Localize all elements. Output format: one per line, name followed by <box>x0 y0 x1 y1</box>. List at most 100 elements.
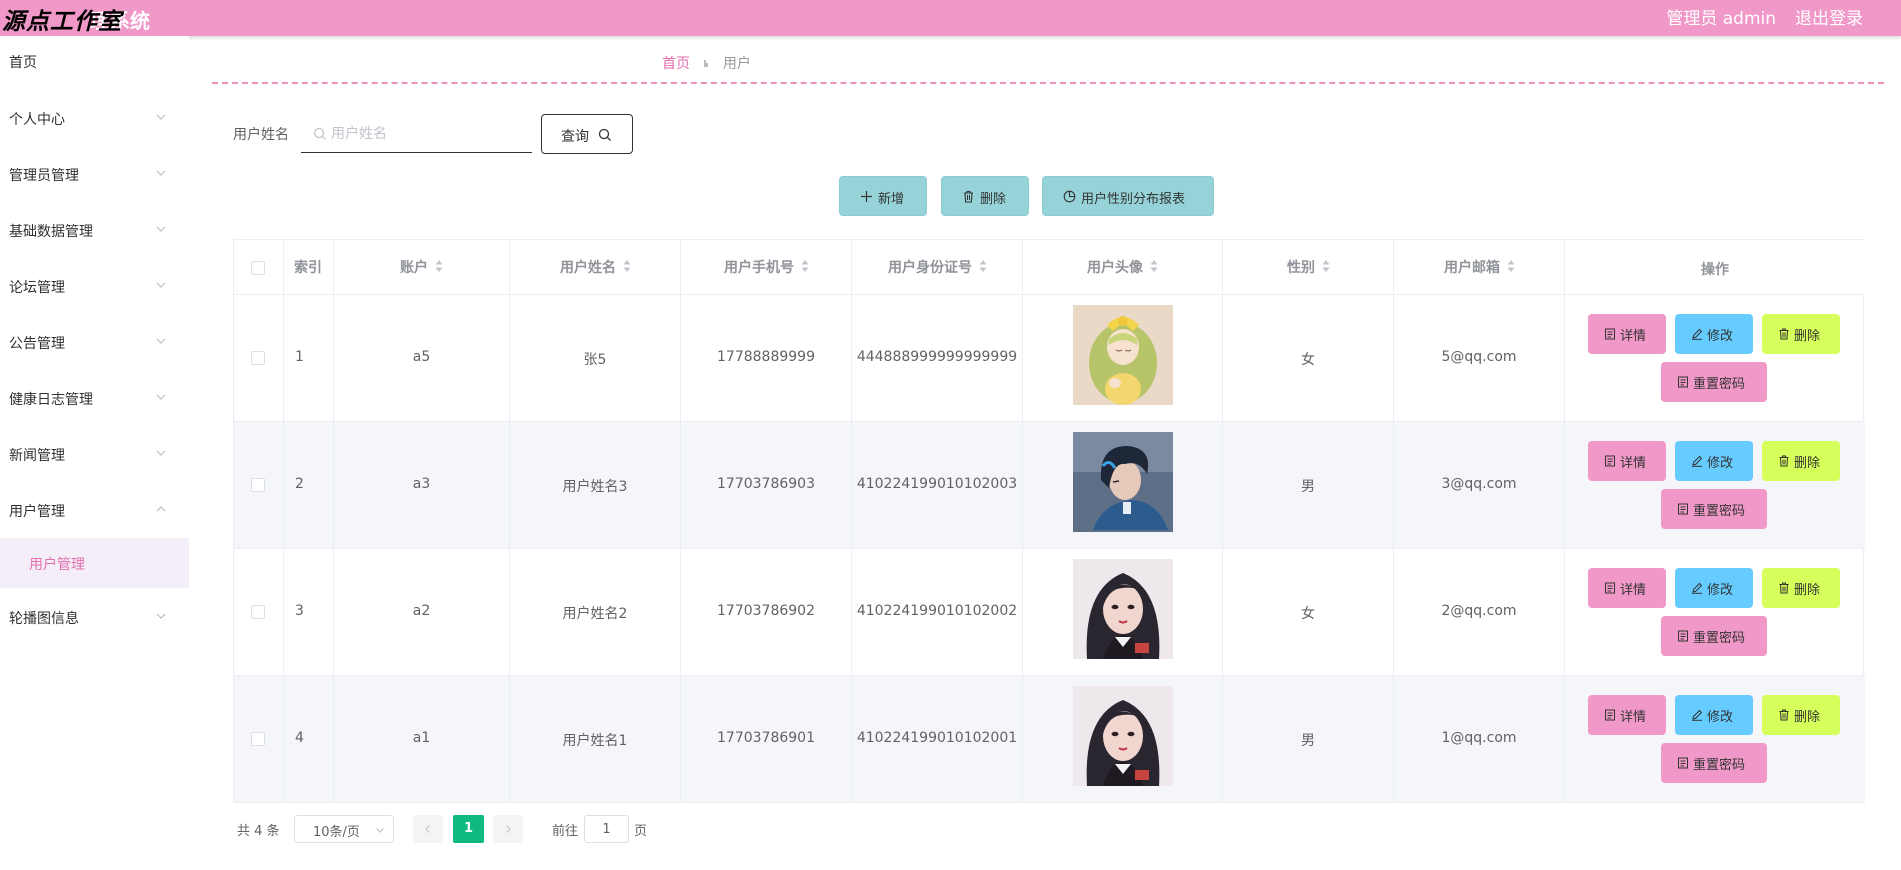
page-number-current[interactable]: 1 <box>453 815 484 843</box>
detail-button[interactable]: 详情 <box>1588 441 1666 481</box>
reset-password-button[interactable]: 重置密码 <box>1661 489 1767 529</box>
sidebar-item-notice[interactable]: 公告管理 <box>0 323 189 363</box>
delete-button[interactable]: 删除 <box>1762 568 1840 608</box>
cell-phone: 17788889999 <box>681 295 852 421</box>
row-index: 1 <box>295 349 304 365</box>
user-avatar-image <box>1073 432 1173 532</box>
cell-name: 张5 <box>510 295 681 421</box>
next-page-button[interactable] <box>493 815 523 843</box>
sidebar-item-base-data[interactable]: 基础数据管理 <box>0 211 189 251</box>
cell-id_card: 410224199010102002 <box>852 549 1023 675</box>
delete-button[interactable]: 删除 <box>1762 695 1840 735</box>
add-button[interactable]: 新增 <box>839 176 927 216</box>
pencil-icon <box>1692 328 1703 340</box>
row-checkbox[interactable] <box>251 478 265 492</box>
reset-password-button[interactable]: 重置密码 <box>1661 743 1767 783</box>
header-cell-id_card[interactable]: 用户身份证号 <box>852 240 1023 294</box>
header-cell-email[interactable]: 用户邮箱 <box>1394 240 1565 294</box>
search-icon <box>313 127 326 140</box>
header-cell-account[interactable]: 账户 <box>334 240 510 294</box>
cell-email: 3@qq.com <box>1394 422 1565 548</box>
row-checkbox[interactable] <box>251 605 265 619</box>
sidebar-item-users[interactable]: 用户管理 <box>0 491 189 531</box>
row-checkbox[interactable] <box>251 732 265 746</box>
header-label: 索引 <box>294 260 322 276</box>
cell-value-id_card: 410224199010102003 <box>856 476 1018 492</box>
reset-password-button[interactable]: 重置密码 <box>1661 362 1767 402</box>
sort-caret-icon[interactable] <box>1149 259 1159 273</box>
header-cell-avatar[interactable]: 用户头像 <box>1023 240 1223 294</box>
sort-caret-icon[interactable] <box>622 259 632 273</box>
cell-value-name: 张5 <box>583 352 607 368</box>
cell-avatar <box>1023 676 1223 802</box>
cell-gender: 女 <box>1223 549 1394 675</box>
query-button[interactable]: 查询 <box>541 114 633 154</box>
sidebar-item-health-log[interactable]: 健康日志管理 <box>0 379 189 419</box>
sidebar-item-label: 基础数据管理 <box>9 224 93 240</box>
search-icon <box>598 128 611 141</box>
edit-label: 修改 <box>1707 456 1734 471</box>
sort-caret-icon[interactable] <box>978 259 988 273</box>
sidebar-item-carousel[interactable]: 轮播图信息 <box>0 598 189 638</box>
cell-ops: 详情 修改 删除重置密码 <box>1565 549 1865 675</box>
gender-report-button[interactable]: 用户性别分布报表 <box>1042 176 1214 216</box>
sidebar-item-home[interactable]: 首页 <box>0 42 189 82</box>
goto-page-suffix: 页 <box>634 824 648 839</box>
sort-caret-icon[interactable] <box>434 259 444 273</box>
cell-value-gender: 男 <box>1301 733 1315 749</box>
header-label: 用户姓名 <box>560 260 616 276</box>
delete-label: 删除 <box>1794 710 1821 725</box>
sidebar-item-news[interactable]: 新闻管理 <box>0 435 189 475</box>
sort-caret-icon[interactable] <box>800 259 810 273</box>
search-input[interactable] <box>331 121 526 147</box>
batch-delete-button[interactable]: 删除 <box>941 176 1029 216</box>
detail-button[interactable]: 详情 <box>1588 695 1666 735</box>
cell-name: 用户姓名3 <box>510 422 681 548</box>
cell-gender: 男 <box>1223 422 1394 548</box>
prev-page-button[interactable] <box>413 815 443 843</box>
document-icon <box>1605 582 1615 594</box>
studio-logo-text: 源点工作室 <box>2 9 122 35</box>
pencil-icon <box>1692 709 1703 721</box>
header-cell-name[interactable]: 用户姓名 <box>510 240 681 294</box>
cell-value-id_card: 410224199010102001 <box>856 730 1018 746</box>
sidebar-item-profile[interactable]: 个人中心 <box>0 99 189 139</box>
breadcrumb-home[interactable]: 首页 <box>662 56 690 72</box>
chevron-down-icon <box>156 613 166 619</box>
sort-caret-icon[interactable] <box>1321 259 1331 273</box>
edit-button[interactable]: 修改 <box>1675 314 1753 354</box>
detail-button[interactable]: 详情 <box>1588 568 1666 608</box>
sidebar-item-forum[interactable]: 论坛管理 <box>0 267 189 307</box>
select-all-checkbox[interactable] <box>251 261 265 275</box>
detail-button[interactable]: 详情 <box>1588 314 1666 354</box>
edit-button[interactable]: 修改 <box>1675 568 1753 608</box>
cell-check <box>234 676 284 802</box>
goto-page-input[interactable] <box>584 815 629 843</box>
cell-value-phone: 17703786902 <box>717 603 815 619</box>
logout-button[interactable]: 退出登录 <box>1795 4 1863 29</box>
edit-button[interactable]: 修改 <box>1675 695 1753 735</box>
edit-button[interactable]: 修改 <box>1675 441 1753 481</box>
document-icon <box>1678 630 1688 642</box>
row-checkbox[interactable] <box>251 351 265 365</box>
cell-check <box>234 422 284 548</box>
reset-password-button[interactable]: 重置密码 <box>1661 616 1767 656</box>
search-field <box>301 115 532 153</box>
sidebar-item-label: 管理员管理 <box>9 168 79 184</box>
delete-button[interactable]: 删除 <box>1762 314 1840 354</box>
sort-caret-icon[interactable] <box>1506 259 1516 273</box>
chevron-down-icon <box>156 226 166 232</box>
reset-password-label: 重置密码 <box>1693 504 1746 519</box>
submenu-item-users[interactable]: 用户管理 <box>0 538 189 588</box>
cell-phone: 17703786903 <box>681 422 852 548</box>
edit-label: 修改 <box>1707 710 1734 725</box>
header-cell-phone[interactable]: 用户手机号 <box>681 240 852 294</box>
sidebar-item-label: 健康日志管理 <box>9 392 93 408</box>
page-size-select[interactable]: 10条/页 <box>294 815 394 843</box>
header-cell-gender[interactable]: 性别 <box>1223 240 1394 294</box>
breadcrumb-current: 用户 <box>722 56 751 72</box>
cell-check <box>234 549 284 675</box>
sidebar-item-admin[interactable]: 管理员管理 <box>0 155 189 195</box>
delete-button[interactable]: 删除 <box>1762 441 1840 481</box>
cell-account: a2 <box>334 549 510 675</box>
